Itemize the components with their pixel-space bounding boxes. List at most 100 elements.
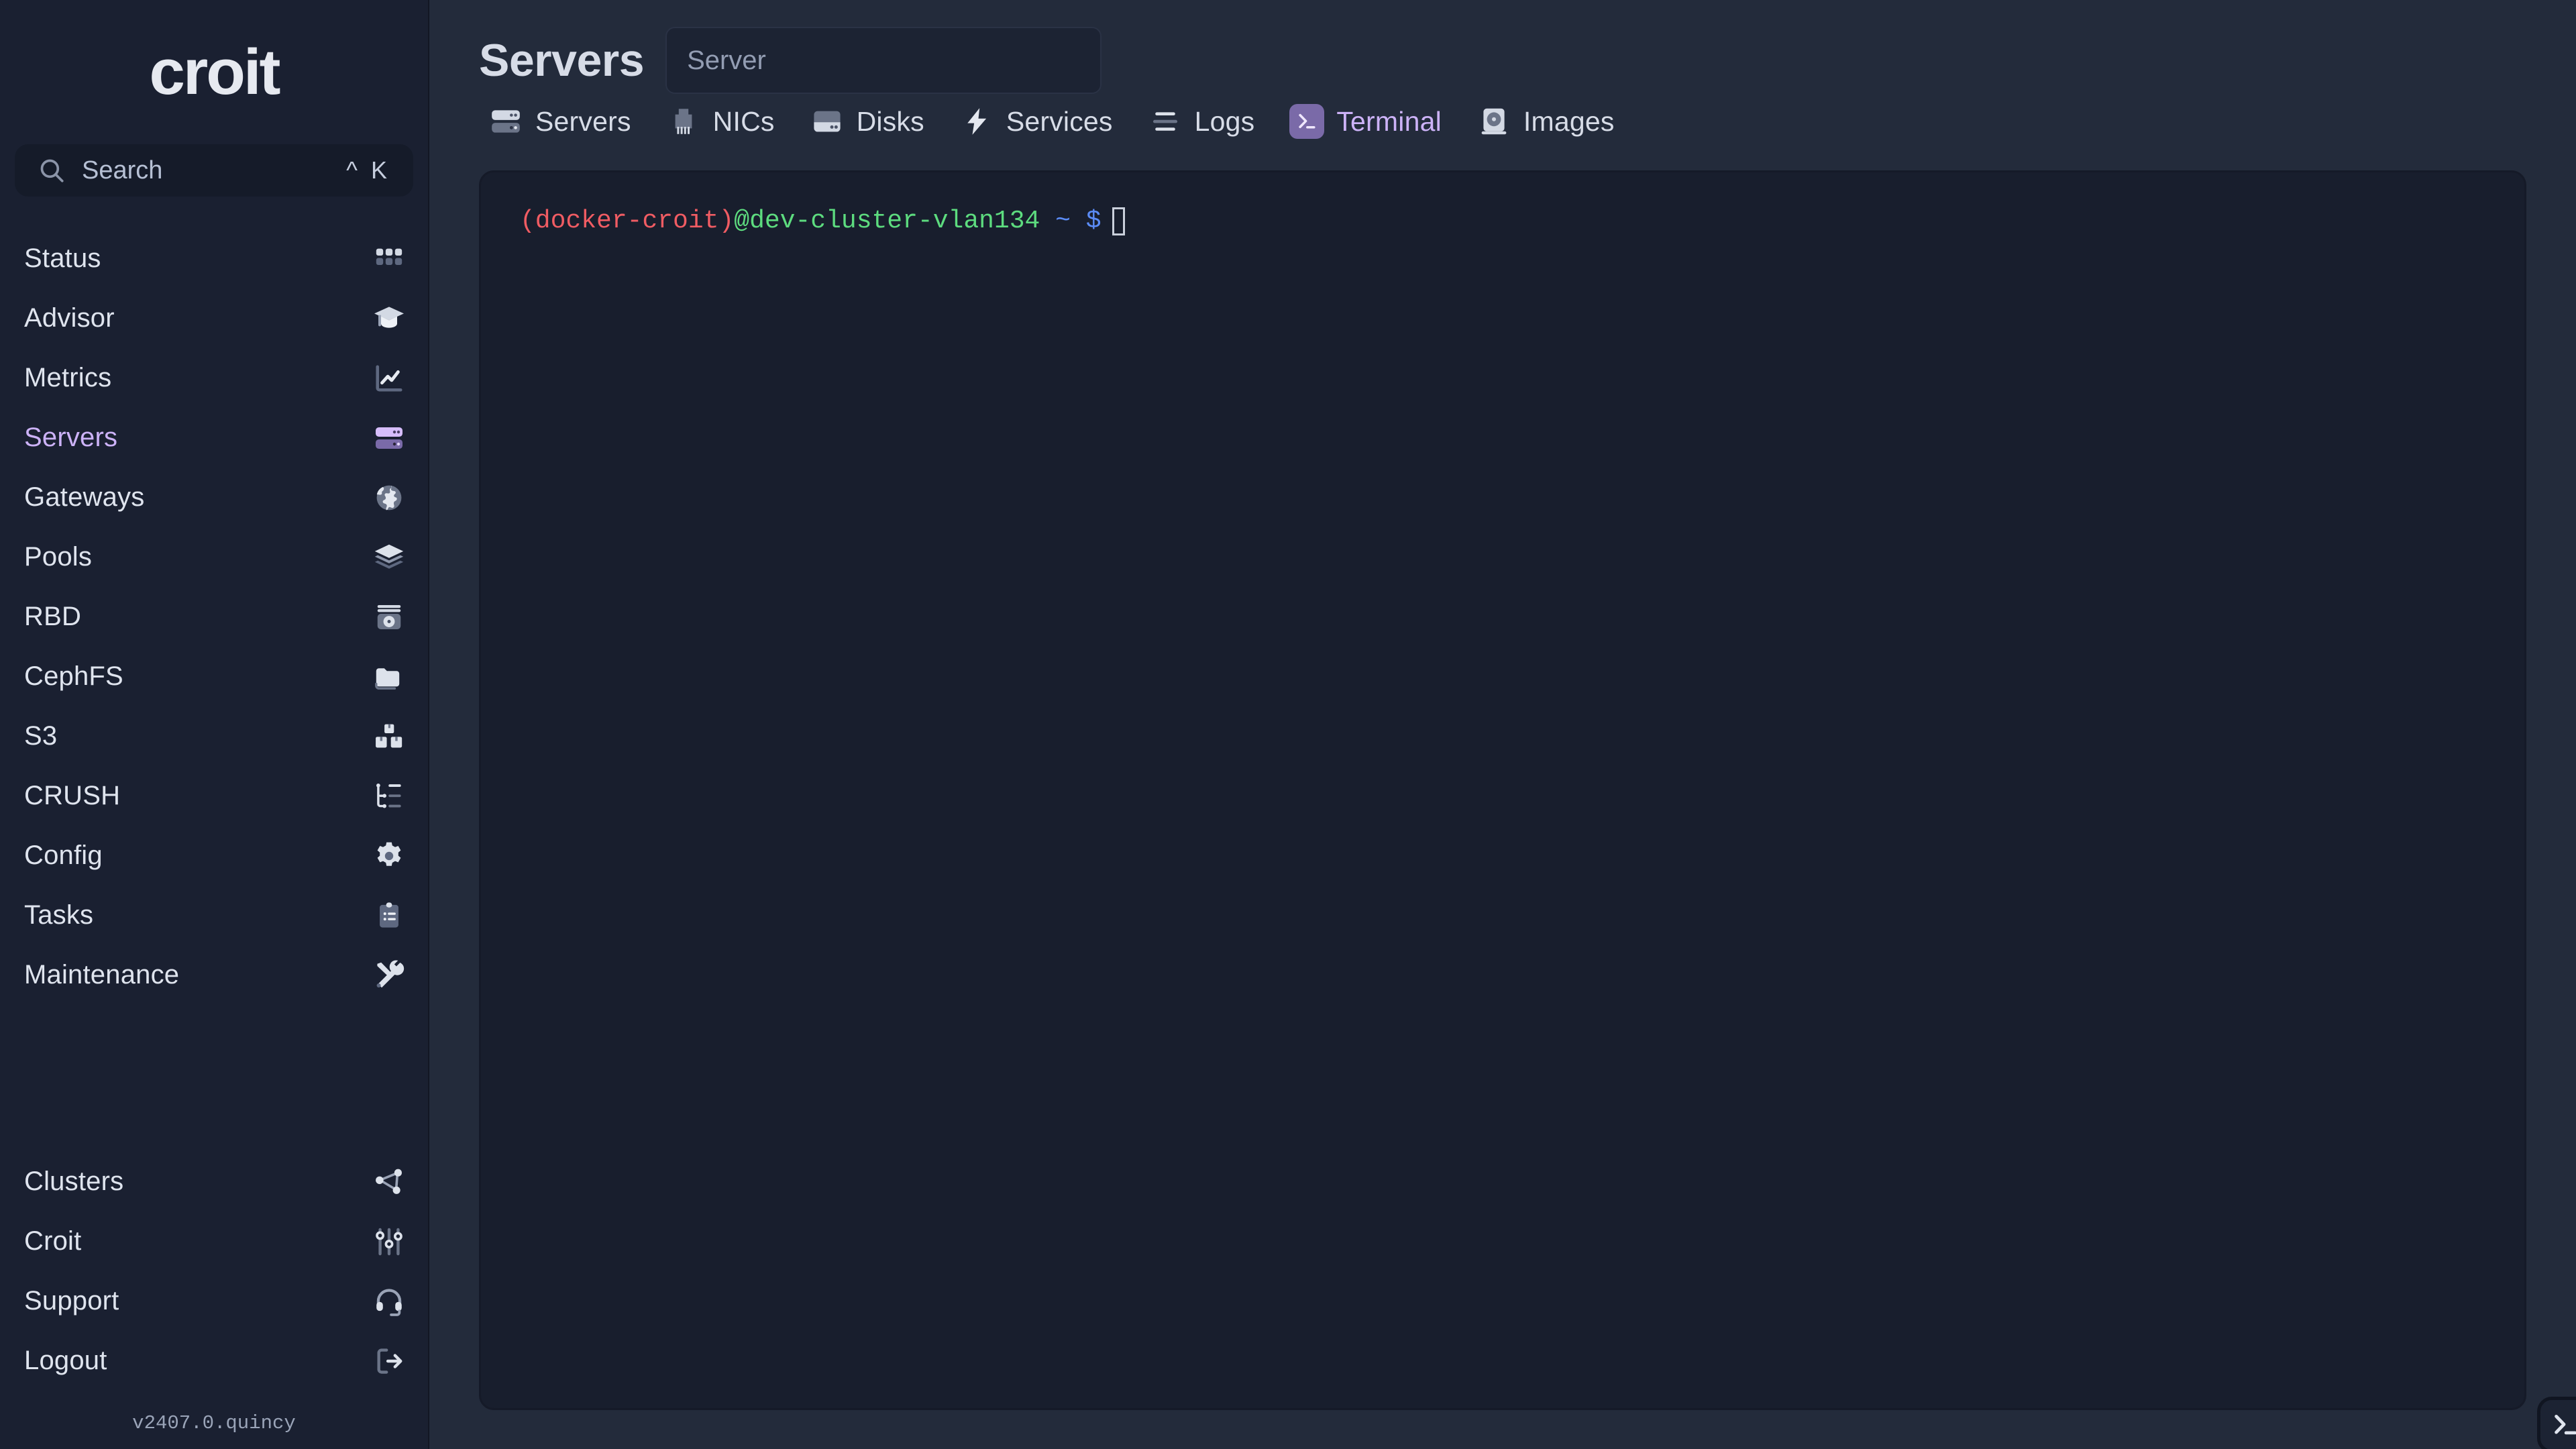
sidebar-item-label: Gateways bbox=[24, 482, 372, 513]
sidebar-item-crush[interactable]: CRUSH bbox=[0, 766, 428, 826]
tab-label: Images bbox=[1523, 106, 1615, 138]
layers-icon bbox=[372, 540, 407, 575]
sidebar-item-s3[interactable]: S3 bbox=[0, 706, 428, 766]
terminal-icon bbox=[2550, 1409, 2576, 1440]
block-device-icon bbox=[372, 600, 407, 635]
terminal-icon bbox=[1289, 104, 1324, 139]
server-filter-placeholder: Server bbox=[687, 46, 766, 76]
server-rack-icon bbox=[372, 421, 407, 455]
sidebar-item-maintenance[interactable]: Maintenance bbox=[0, 945, 428, 1005]
globe-icon bbox=[372, 480, 407, 515]
terminal-prompt-line: (docker-croit) @dev-cluster-vlan134 ~ $ bbox=[520, 207, 2485, 235]
lightning-icon bbox=[959, 104, 994, 139]
app-version: v2407.0.quincy bbox=[0, 1397, 428, 1449]
logout-icon bbox=[372, 1344, 407, 1379]
sidebar-nav-bottom: Clusters Croit bbox=[0, 1152, 428, 1391]
tab-nics[interactable]: NICs bbox=[649, 89, 792, 154]
sidebar-item-label: RBD bbox=[24, 602, 372, 632]
sidebar-item-label: Advisor bbox=[24, 303, 372, 333]
terminal-prompt-space bbox=[1040, 207, 1055, 235]
line-chart-icon bbox=[372, 361, 407, 396]
tab-services[interactable]: Services bbox=[942, 89, 1130, 154]
optical-disc-icon bbox=[1477, 104, 1511, 139]
sidebar-item-label: Servers bbox=[24, 423, 372, 453]
gear-icon bbox=[372, 839, 407, 873]
terminal-panel[interactable]: (docker-croit) @dev-cluster-vlan134 ~ $ bbox=[479, 170, 2526, 1410]
sidebar-item-gateways[interactable]: Gateways bbox=[0, 468, 428, 527]
sidebar-item-label: CephFS bbox=[24, 661, 372, 692]
sidebar-item-label: Config bbox=[24, 841, 372, 871]
sidebar-item-label: Metrics bbox=[24, 363, 372, 393]
server-rack-icon bbox=[488, 104, 523, 139]
sidebar-item-cephfs[interactable]: CephFS bbox=[0, 647, 428, 706]
tab-label: Servers bbox=[535, 106, 631, 138]
tab-images[interactable]: Images bbox=[1459, 89, 1632, 154]
graduation-cap-icon bbox=[372, 301, 407, 336]
brand-logo-text: croit bbox=[149, 40, 278, 105]
sidebar-item-pools[interactable]: Pools bbox=[0, 527, 428, 587]
boxes-icon bbox=[372, 719, 407, 754]
terminal-prompt-sigil: $ bbox=[1086, 207, 1102, 235]
search-placeholder: Search bbox=[82, 156, 346, 185]
tab-disks[interactable]: Disks bbox=[792, 89, 942, 154]
sidebar-item-clusters[interactable]: Clusters bbox=[0, 1152, 428, 1212]
sidebar-item-label: CRUSH bbox=[24, 781, 372, 811]
tab-label: Terminal bbox=[1336, 106, 1442, 138]
tab-label: NICs bbox=[713, 106, 775, 138]
sidebar-item-rbd[interactable]: RBD bbox=[0, 587, 428, 647]
share-nodes-icon bbox=[372, 1165, 407, 1199]
tab-label: Disks bbox=[857, 106, 924, 138]
search-shortcut-hint: ^ K bbox=[346, 156, 390, 184]
sidebar-item-label: Logout bbox=[24, 1346, 372, 1376]
search-icon bbox=[38, 156, 66, 184]
sidebar-nav-main: Status Advisor bbox=[0, 229, 428, 1005]
ethernet-port-icon bbox=[666, 104, 701, 139]
tab-servers[interactable]: Servers bbox=[479, 89, 649, 154]
app-root: croit Search ^ K Status bbox=[0, 0, 2576, 1449]
folder-icon bbox=[372, 659, 407, 694]
tab-label: Services bbox=[1006, 106, 1113, 138]
tab-terminal[interactable]: Terminal bbox=[1272, 89, 1459, 154]
tab-label: Logs bbox=[1195, 106, 1255, 138]
tree-hierarchy-icon bbox=[372, 779, 407, 814]
grid-dots-icon bbox=[372, 241, 407, 276]
sidebar-item-label: Support bbox=[24, 1286, 372, 1316]
hard-drive-icon bbox=[810, 104, 845, 139]
sliders-icon bbox=[372, 1224, 407, 1259]
terminal-icon-badge bbox=[1289, 104, 1324, 139]
tab-bar: Servers NICs bbox=[479, 89, 2526, 154]
server-filter-input[interactable]: Server bbox=[665, 27, 1102, 94]
sidebar-item-advisor[interactable]: Advisor bbox=[0, 288, 428, 348]
terminal-prompt-path: ~ bbox=[1055, 207, 1071, 235]
brand-logo[interactable]: croit bbox=[0, 0, 428, 144]
sidebar-item-status[interactable]: Status bbox=[0, 229, 428, 288]
sidebar-item-logout[interactable]: Logout bbox=[0, 1331, 428, 1391]
list-lines-icon bbox=[1148, 104, 1183, 139]
sidebar-item-metrics[interactable]: Metrics bbox=[0, 348, 428, 408]
sidebar-item-label: Pools bbox=[24, 542, 372, 572]
sidebar-item-label: Croit bbox=[24, 1226, 372, 1256]
sidebar-item-config[interactable]: Config bbox=[0, 826, 428, 885]
sidebar-item-croit[interactable]: Croit bbox=[0, 1212, 428, 1271]
sidebar-item-label: Tasks bbox=[24, 900, 372, 930]
sidebar: croit Search ^ K Status bbox=[0, 0, 429, 1449]
sidebar-item-label: Status bbox=[24, 244, 372, 274]
terminal-prompt-host: @dev-cluster-vlan134 bbox=[734, 207, 1040, 235]
sidebar-item-label: Clusters bbox=[24, 1167, 372, 1197]
page-header: Servers Server bbox=[429, 0, 2576, 89]
terminal-cursor[interactable] bbox=[1112, 207, 1125, 235]
main-content: Servers Server Servers bbox=[429, 0, 2576, 1449]
sidebar-item-label: Maintenance bbox=[24, 960, 372, 990]
tools-icon bbox=[372, 958, 407, 993]
clipboard-list-icon bbox=[372, 898, 407, 933]
sidebar-flex-spacer bbox=[0, 1005, 428, 1152]
page-title: Servers bbox=[479, 38, 644, 83]
sidebar-item-support[interactable]: Support bbox=[0, 1271, 428, 1331]
sidebar-item-servers[interactable]: Servers bbox=[0, 408, 428, 468]
floating-terminal-button[interactable] bbox=[2537, 1397, 2576, 1449]
search-input[interactable]: Search ^ K bbox=[15, 144, 413, 197]
sidebar-item-tasks[interactable]: Tasks bbox=[0, 885, 428, 945]
tab-logs[interactable]: Logs bbox=[1130, 89, 1273, 154]
terminal-prompt-space2 bbox=[1071, 207, 1086, 235]
terminal-prompt-container: (docker-croit) bbox=[520, 207, 734, 235]
